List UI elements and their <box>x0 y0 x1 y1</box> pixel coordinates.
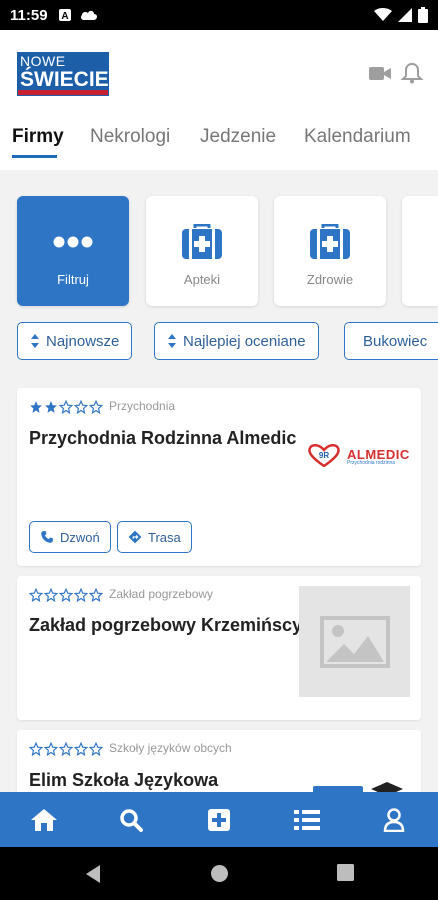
star-empty-icon <box>59 400 73 414</box>
system-navigation-bar <box>0 847 438 900</box>
almedic-logo-subtext: Przychodnia rodzinna <box>347 460 396 466</box>
tab-bar: Firmy Nekrologi Jedzenie Kalendarium <box>0 112 438 170</box>
back-icon[interactable] <box>84 864 102 884</box>
filter-location[interactable]: Bukowiec <box>344 322 438 360</box>
search-icon <box>120 809 143 832</box>
category-filtruj[interactable]: Filtruj <box>17 196 129 306</box>
tab-nekrologi[interactable]: Nekrologi <box>90 126 170 148</box>
image-placeholder-icon <box>319 615 390 668</box>
filter-label: Bukowiec <box>363 332 428 350</box>
listing-title: Zakład pogrzebowy Krzemińscy <box>29 615 303 635</box>
user-icon <box>383 808 405 832</box>
directions-icon <box>128 530 142 544</box>
star-empty-icon <box>29 588 43 602</box>
signal-icon <box>398 8 412 22</box>
home-icon <box>31 809 57 831</box>
star-empty-icon <box>59 588 73 602</box>
rating-stars <box>29 742 103 756</box>
recents-icon[interactable] <box>337 864 354 881</box>
wifi-icon <box>374 8 392 21</box>
nav-home[interactable] <box>30 806 58 834</box>
call-button-label: Dzwoń <box>60 529 100 545</box>
medical-kit-icon <box>182 224 222 259</box>
star-empty-icon <box>89 400 103 414</box>
listing-category: Przychodnia <box>109 399 176 413</box>
star-empty-icon <box>74 588 88 602</box>
star-empty-icon <box>59 742 73 756</box>
star-empty-icon <box>89 742 103 756</box>
star-empty-icon <box>89 588 103 602</box>
active-tab-indicator <box>12 155 57 158</box>
listing-title: Przychodnia Rodzinna Almedic <box>29 428 297 448</box>
tab-jedzenie[interactable]: Jedzenie <box>200 126 276 148</box>
star-empty-icon <box>44 588 58 602</box>
bell-icon[interactable] <box>400 62 424 84</box>
category-label: Apteki <box>183 272 221 287</box>
nav-search[interactable] <box>117 806 145 834</box>
image-placeholder <box>299 586 410 697</box>
filter-najlepiej-oceniane[interactable]: Najlepiej oceniane <box>154 322 319 360</box>
category-zdrowie[interactable]: Zdrowie <box>274 196 386 306</box>
home-circle-icon[interactable] <box>210 864 229 883</box>
more-dots-icon <box>53 236 93 248</box>
video-camera-icon[interactable] <box>368 62 392 84</box>
sort-icon <box>168 334 176 348</box>
svg-text:A: A <box>61 11 68 22</box>
logo-line1: NOWE <box>20 53 66 69</box>
star-filled-icon <box>45 401 57 413</box>
medical-kit-icon <box>310 224 350 259</box>
filter-najnowsze[interactable]: Najnowsze <box>17 322 133 360</box>
rating-stars <box>29 588 103 602</box>
nav-profile[interactable] <box>380 806 408 834</box>
status-time: 11:59 <box>10 6 48 24</box>
list-icon <box>294 810 320 830</box>
category-partial[interactable] <box>402 196 438 306</box>
listing-card[interactable]: Przychodnia Przychodnia Rodzinna Almedic… <box>17 388 421 566</box>
filter-label: Najlepiej oceniane <box>183 332 306 350</box>
svg-text:9R: 9R <box>319 451 329 460</box>
brand-logo[interactable]: NOWE ŚWIECIE <box>17 52 109 96</box>
tab-firmy[interactable]: Firmy <box>12 126 64 148</box>
filter-label: Najnowsze <box>46 332 120 350</box>
notification-app-icon: A <box>58 9 71 22</box>
category-label: Zdrowie <box>306 272 354 287</box>
star-filled-icon <box>30 401 42 413</box>
route-button-label: Trasa <box>148 529 181 545</box>
almedic-logo: 9R ALMEDIC Przychodnia rodzinna <box>307 443 409 469</box>
star-empty-icon <box>74 742 88 756</box>
category-label: Filtruj <box>57 272 89 287</box>
rating-stars <box>29 400 103 414</box>
bottom-navigation <box>0 792 438 847</box>
status-bar: 11:59 A <box>0 0 438 30</box>
battery-icon <box>418 7 428 23</box>
heart-logo-icon: 9R <box>308 444 340 467</box>
listing-title: Elim Szkoła Językowa <box>29 770 219 790</box>
plus-square-icon <box>208 809 230 831</box>
logo-stripe <box>18 90 108 95</box>
star-empty-icon <box>74 400 88 414</box>
listing-card[interactable]: Szkoły języków obcych Elim Szkoła Języko… <box>17 730 421 800</box>
logo-line2: ŚWIECIE <box>20 68 109 91</box>
route-button[interactable]: Trasa <box>117 521 192 553</box>
star-empty-icon <box>44 742 58 756</box>
tab-kalendarium[interactable]: Kalendarium <box>304 126 411 148</box>
category-apteki[interactable]: Apteki <box>146 196 258 306</box>
cloud-icon <box>80 10 97 20</box>
listing-card[interactable]: Zakład pogrzebowy Zakład pogrzebowy Krze… <box>17 576 421 720</box>
nav-add[interactable] <box>205 806 233 834</box>
listing-category: Szkoły języków obcych <box>109 741 232 755</box>
star-empty-icon <box>29 742 43 756</box>
call-button[interactable]: Dzwoń <box>29 521 111 553</box>
nav-list[interactable] <box>293 806 321 834</box>
listing-category: Zakład pogrzebowy <box>109 587 214 601</box>
app-header: NOWE ŚWIECIE <box>0 30 438 112</box>
sort-icon <box>31 334 39 348</box>
phone-icon <box>41 531 53 543</box>
